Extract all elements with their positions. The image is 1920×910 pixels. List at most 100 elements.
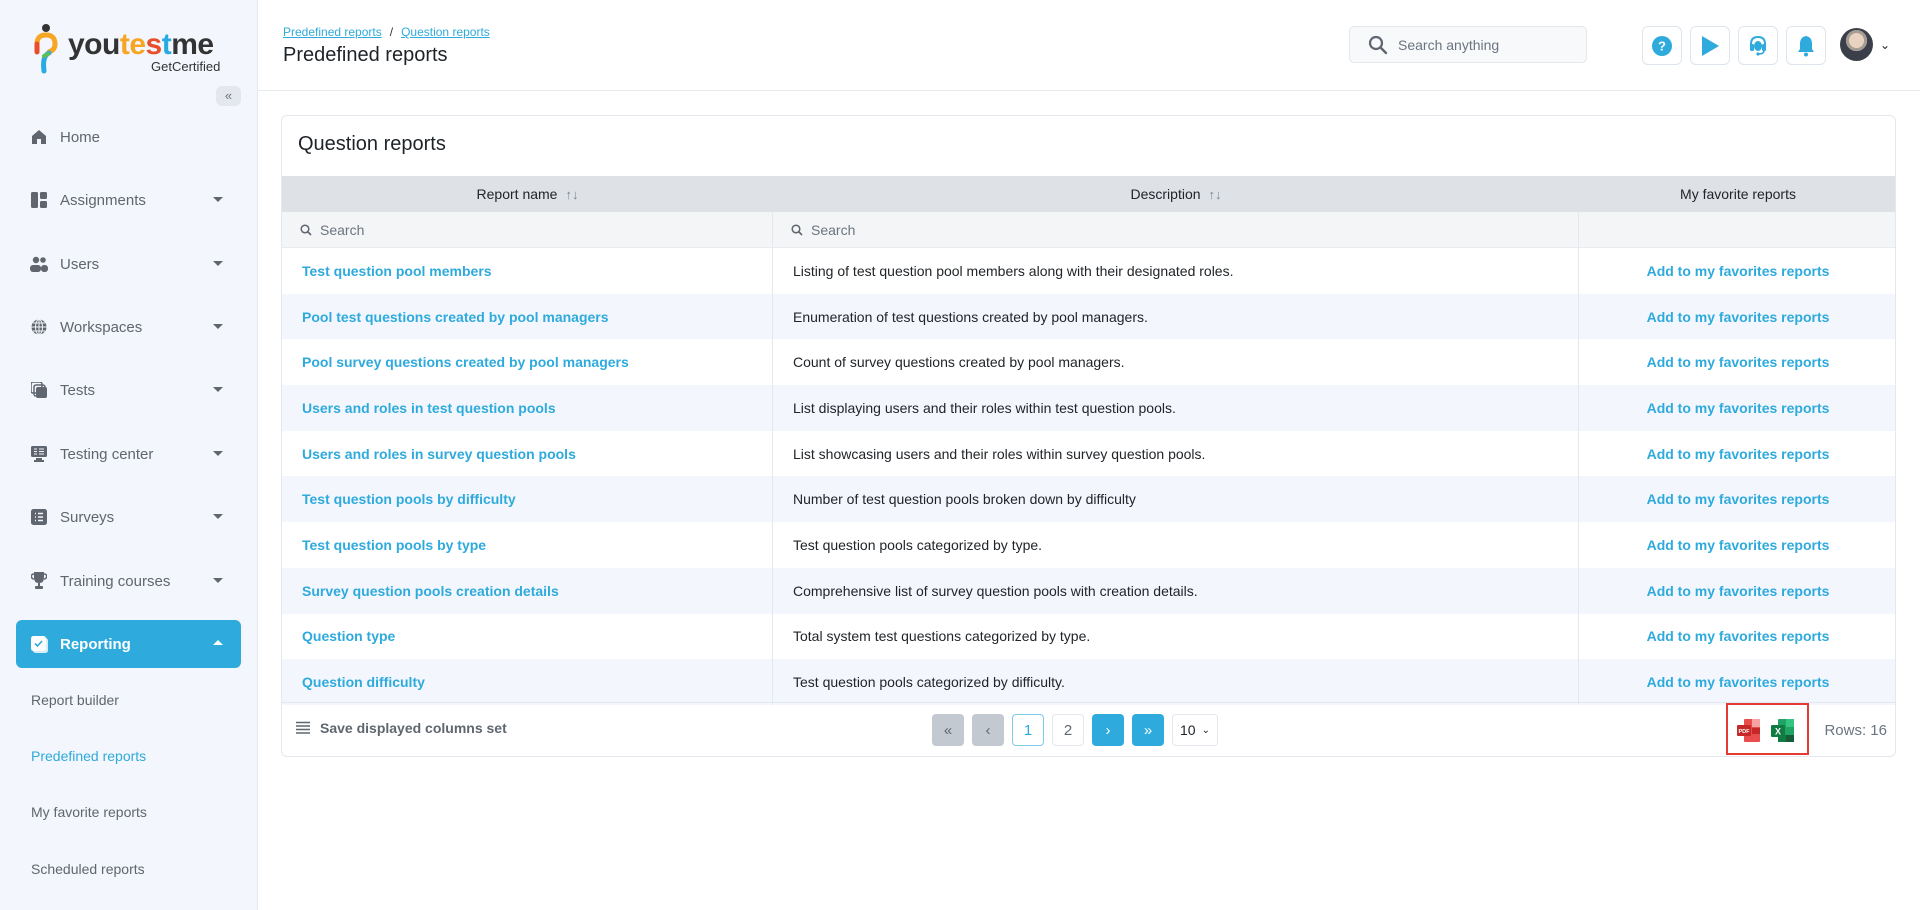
sidebar-item-label: Workspaces (60, 318, 143, 336)
export-excel-icon[interactable]: X (1770, 718, 1796, 744)
table-body: Test question pool members Listing of tes… (282, 248, 1895, 705)
report-name-link[interactable]: Users and roles in survey question pools (282, 430, 773, 477)
page-2-button[interactable]: 2 (1052, 714, 1084, 746)
global-search[interactable] (1349, 26, 1587, 63)
breadcrumb-question-reports[interactable]: Question reports (401, 25, 490, 39)
description-filter-input[interactable] (811, 221, 1111, 238)
add-to-favorites-link[interactable]: Add to my favorites reports (1579, 385, 1895, 431)
list-icon (30, 508, 48, 526)
add-to-favorites-link[interactable]: Add to my favorites reports (1579, 294, 1895, 340)
first-page-button[interactable]: « (932, 714, 964, 746)
bell-icon (1798, 35, 1814, 56)
export-pdf-icon[interactable]: PDF (1736, 718, 1762, 744)
column-header-description[interactable]: Description ↑↓ (773, 176, 1579, 212)
add-to-favorites-link[interactable]: Add to my favorites reports (1579, 476, 1895, 522)
sidebar-item-users[interactable]: Users (16, 241, 241, 287)
tests-icon (30, 381, 48, 399)
description-filter[interactable] (773, 212, 1579, 247)
favorites-filter-empty (1579, 212, 1895, 247)
table-row: Test question pools by difficulty Number … (282, 476, 1895, 523)
logo-part: s (145, 28, 163, 61)
page-size-select[interactable]: 10 ⌄ (1172, 714, 1218, 746)
chevron-down-icon (213, 578, 223, 583)
add-to-favorites-link[interactable]: Add to my favorites reports (1579, 522, 1895, 568)
report-name-link[interactable]: Test question pools by difficulty (282, 476, 773, 523)
chevron-down-icon: ⌄ (1201, 724, 1210, 736)
report-name-link[interactable]: Pool test questions created by pool mana… (282, 293, 773, 340)
table-row: Pool survey questions created by pool ma… (282, 339, 1895, 386)
add-to-favorites-link[interactable]: Add to my favorites reports (1579, 659, 1895, 705)
last-page-button[interactable]: » (1132, 714, 1164, 746)
report-name-link[interactable]: Question difficulty (282, 659, 773, 705)
report-name-link[interactable]: Pool survey questions created by pool ma… (282, 339, 773, 386)
sidebar-item-tests[interactable]: Tests (16, 367, 241, 413)
sidebar-item-home[interactable]: Home (16, 114, 241, 160)
reports-table: Report name ↑↓ Description ↑↓ My favorite … (282, 176, 1895, 705)
add-to-favorites-link[interactable]: Add to my favorites reports (1579, 339, 1895, 385)
previous-page-button[interactable]: ‹ (972, 714, 1004, 746)
search-icon (791, 223, 803, 236)
sidebar-item-assignments[interactable]: Assignments (16, 177, 241, 223)
assignments-icon (30, 191, 48, 209)
notifications-button[interactable] (1786, 26, 1826, 65)
report-description: Total system test questions categorized … (773, 613, 1579, 660)
column-label: My favorite reports (1680, 186, 1796, 202)
card-title: Question reports (298, 133, 446, 155)
table-row: Users and roles in test question pools Li… (282, 385, 1895, 431)
add-to-favorites-link[interactable]: Add to my favorites reports (1579, 614, 1895, 660)
sidebar-item-surveys[interactable]: Surveys (16, 494, 241, 540)
chevron-down-icon[interactable]: ⌄ (1880, 38, 1890, 52)
sidebar-subitem-scheduled-reports[interactable]: Scheduled reports (31, 861, 145, 877)
report-name-link[interactable]: Survey question pools creation details (282, 567, 773, 614)
column-header-report-name[interactable]: Report name ↑↓ (282, 176, 773, 212)
report-description: Enumeration of test questions created by… (773, 293, 1579, 340)
report-name-link[interactable]: Test question pool members (282, 248, 773, 294)
add-to-favorites-link[interactable]: Add to my favorites reports (1579, 568, 1895, 614)
table-row: Survey question pools creation details Co… (282, 567, 1895, 614)
report-description: List showcasing users and their roles wi… (773, 430, 1579, 477)
trophy-icon (30, 572, 48, 590)
logo-mark-icon (34, 24, 58, 74)
sidebar-subitem-report-builder[interactable]: Report builder (31, 692, 119, 708)
sidebar-item-training-courses[interactable]: Training courses (16, 558, 241, 604)
sidebar-item-label: Training courses (60, 572, 171, 590)
logo-part: te (119, 28, 146, 61)
header-divider (258, 90, 1920, 91)
sidebar-item-label: Assignments (60, 191, 146, 209)
save-columns-button[interactable]: Save displayed columns set (296, 720, 507, 736)
breadcrumb-predefined-reports[interactable]: Predefined reports (283, 25, 382, 39)
sidebar-item-workspaces[interactable]: Workspaces (16, 304, 241, 350)
add-to-favorites-link[interactable]: Add to my favorites reports (1579, 431, 1895, 477)
report-name-link[interactable]: Test question pools by type (282, 522, 773, 568)
play-tutorial-button[interactable] (1690, 26, 1730, 65)
next-page-button[interactable]: › (1092, 714, 1124, 746)
report-name-link[interactable]: Users and roles in test question pools (282, 385, 773, 431)
add-to-favorites-link[interactable]: Add to my favorites reports (1579, 248, 1895, 294)
list-lines-icon (296, 721, 310, 734)
global-search-input[interactable] (1398, 36, 1578, 53)
report-name-filter[interactable] (282, 212, 773, 247)
sidebar-item-testing-center[interactable]: Testing center (16, 431, 241, 477)
support-button[interactable] (1738, 26, 1778, 65)
help-button[interactable]: ? (1642, 26, 1682, 65)
page-1-button[interactable]: 1 (1012, 714, 1044, 746)
sort-icon[interactable]: ↑↓ (1209, 187, 1222, 202)
logo[interactable]: youtestme GetCertified (34, 24, 234, 76)
report-name-link[interactable]: Question type (282, 613, 773, 660)
report-description: Listing of test question pool members al… (773, 248, 1579, 294)
user-avatar[interactable] (1840, 28, 1873, 61)
report-name-filter-input[interactable] (320, 221, 620, 238)
support-headset-icon (1750, 35, 1766, 56)
sidebar-subitem-my-favorite-reports[interactable]: My favorite reports (31, 804, 147, 820)
collapse-sidebar-button[interactable]: « (216, 86, 241, 106)
sort-icon[interactable]: ↑↓ (565, 187, 578, 202)
table-header: Report name ↑↓ Description ↑↓ My favorite … (282, 176, 1895, 212)
report-description: Count of survey questions created by poo… (773, 339, 1579, 386)
sidebar-subitem-predefined-reports[interactable]: Predefined reports (31, 748, 146, 764)
table-row: Test question pools by type Test question… (282, 522, 1895, 568)
sidebar-item-label: Surveys (60, 508, 115, 526)
svg-text:X: X (1775, 727, 1781, 737)
save-columns-label: Save displayed columns set (320, 720, 507, 736)
chevron-down-icon (213, 261, 223, 266)
sidebar-item-reporting[interactable]: Reporting (16, 620, 241, 668)
